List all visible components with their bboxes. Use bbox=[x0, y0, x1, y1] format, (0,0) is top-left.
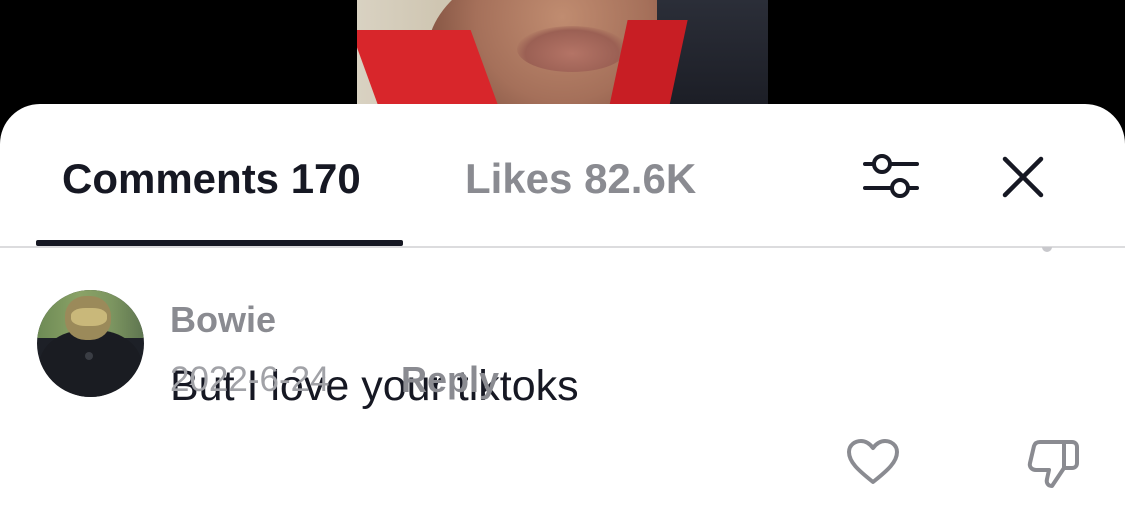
avatar-body bbox=[39, 330, 142, 397]
dislike-button[interactable] bbox=[1026, 436, 1080, 490]
scroll-indicator bbox=[1042, 247, 1052, 252]
avatar[interactable] bbox=[37, 290, 144, 397]
tab-comments[interactable]: Comments 170 bbox=[62, 154, 361, 204]
close-button[interactable] bbox=[1001, 155, 1045, 199]
close-icon bbox=[1002, 156, 1044, 198]
heart-outline-icon bbox=[847, 439, 899, 484]
comment-username[interactable]: Bowie bbox=[170, 298, 276, 342]
avatar-shirt-logo bbox=[85, 352, 93, 360]
comments-sheet: Comments 170 Likes 82.6K Bowie But I lov… bbox=[0, 104, 1125, 520]
comments-tab-bar: Comments 170 Likes 82.6K bbox=[0, 104, 1125, 247]
reply-button[interactable]: Reply bbox=[401, 358, 499, 402]
comment-date: 2022-6-24 bbox=[170, 360, 330, 399]
avatar-mask bbox=[71, 308, 107, 326]
filter-button[interactable] bbox=[862, 150, 920, 202]
sliders-icon bbox=[863, 154, 919, 198]
video-preview bbox=[357, 0, 768, 104]
tab-divider bbox=[0, 246, 1125, 248]
thumbs-down-icon bbox=[1027, 440, 1079, 488]
video-mouth bbox=[517, 26, 627, 72]
comment-item: Bowie But I love your tiktoks bbox=[0, 290, 1125, 520]
like-button[interactable] bbox=[846, 438, 900, 486]
tab-likes[interactable]: Likes 82.6K bbox=[465, 154, 696, 204]
